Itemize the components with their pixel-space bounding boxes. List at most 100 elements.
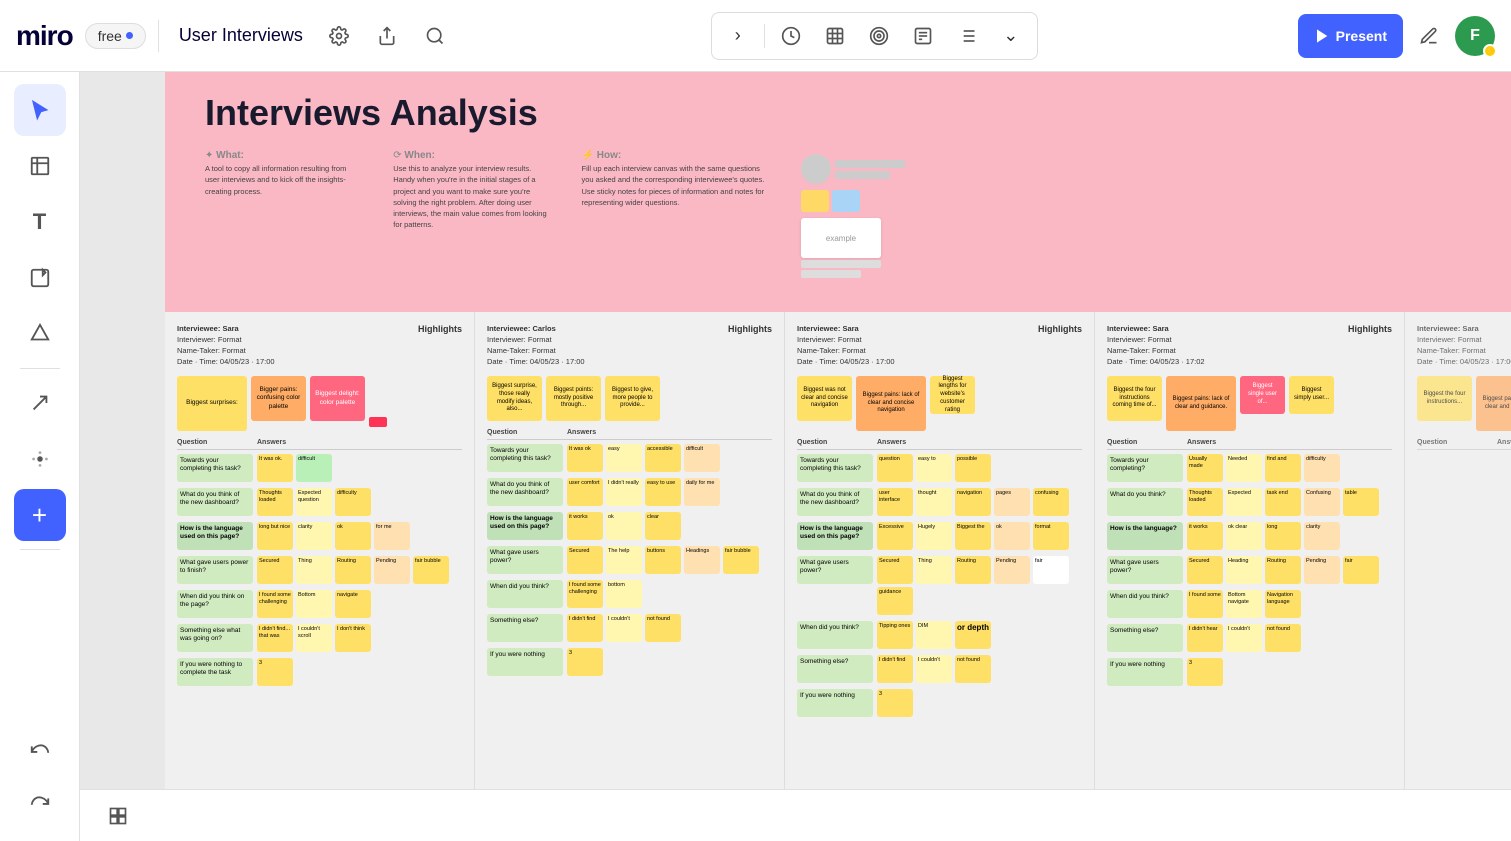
tool-redo[interactable] [14, 777, 66, 829]
ans-3-1-2: easy to [916, 454, 952, 482]
question-2-5: When did you think? [487, 580, 563, 608]
answers-1-5: I found some challenging Bottom navigate [257, 590, 462, 618]
col-answers-3: Answers [877, 439, 1082, 446]
format-label-3: Interviewer: Format [797, 335, 895, 344]
timer-button[interactable] [773, 18, 809, 54]
tool-select[interactable] [14, 84, 66, 136]
ans-2-7-1: 3 [567, 648, 603, 676]
example-card: example [801, 218, 881, 258]
canvas-area[interactable]: Interviews Analysis ✦ What: A tool to co… [80, 72, 1511, 841]
table-row-4-2: What do you think? Thoughts loaded Expec… [1107, 488, 1392, 516]
ans-4-4-1: Secured [1187, 556, 1223, 584]
table-row-3-5: When did you think? Tipping ones DIM or … [797, 621, 1082, 649]
tool-dot[interactable] [14, 433, 66, 485]
avatar-badge: ⚡ [1483, 44, 1497, 58]
ans-3-4-4: Pending [994, 556, 1030, 584]
ans-4-2-2: Expected [1226, 488, 1262, 516]
nav-divider-1 [158, 20, 159, 52]
tool-sticky[interactable] [14, 252, 66, 304]
tool-arrow[interactable] [14, 377, 66, 429]
answers-4-2: Thoughts loaded Expected task end Confus… [1187, 488, 1392, 516]
question-2-2: What do you think of the new dashboard? [487, 478, 563, 506]
ans-1-3-3: ok [335, 522, 371, 550]
ans-2-4-2: The help [606, 546, 642, 574]
sticky-delight-1: Biggest delight: color palette [310, 376, 365, 421]
ans-4-2-3: task end [1265, 488, 1301, 516]
highlights-label-4: Highlights [1348, 324, 1392, 334]
question-1-2: What do you think of the new dashboard? [177, 488, 253, 516]
name-taker-2: Name-Taker: Format [487, 346, 585, 355]
col-question-5: Question [1417, 439, 1497, 446]
settings-button[interactable] [323, 20, 355, 52]
ans-3-2-3: navigation [955, 488, 991, 516]
sticky-highlights-5: Biggest the four instructions... Biggest… [1417, 376, 1511, 431]
tool-add[interactable]: + [14, 489, 66, 541]
table-1: Question Answers Towards your completing… [177, 439, 462, 686]
answers-3-2: user interface thought navigation pages … [877, 488, 1082, 516]
highlights-label-1: Highlights [418, 324, 462, 334]
bar-preview-2 [835, 171, 890, 179]
share-button[interactable] [371, 20, 403, 52]
list-button[interactable] [949, 18, 985, 54]
name-taker-5: Name-Taker: Format [1417, 346, 1511, 355]
ans-4-1-1: Usually made [1187, 454, 1223, 482]
tool-text[interactable]: T [14, 196, 66, 248]
interviewee-label-5: Interviewee: Sara [1417, 324, 1511, 333]
name-taker-4: Name-Taker: Format [1107, 346, 1205, 355]
interview-panel-3: Interviewee: Sara Interviewer: Format Na… [785, 312, 1095, 841]
question-4-5: When did you think? [1107, 590, 1183, 618]
answers-1-2: Thoughts loaded Expected question diffic… [257, 488, 462, 516]
frame-button[interactable] [817, 18, 853, 54]
tool-shapes[interactable] [14, 308, 66, 360]
interviewee-label-3: Interviewee: Sara [797, 324, 895, 333]
table-row-3-6: Something else? I didn't find I couldn't… [797, 655, 1082, 683]
ans-3-7-1: 3 [877, 689, 913, 717]
ans-1-7-1: 3 [257, 658, 293, 686]
table-row-1-7: If you were nothing to complete the task… [177, 658, 462, 686]
table-row-2-5: When did you think? I found some challen… [487, 580, 772, 608]
col-answers-4: Answers [1187, 439, 1392, 446]
panels-view-button[interactable] [100, 798, 136, 834]
tool-undo[interactable] [14, 725, 66, 777]
notes-button[interactable] [905, 18, 941, 54]
section-title: Interviews Analysis [205, 92, 1471, 134]
answers-1-7: 3 [257, 658, 462, 686]
table-4: Question Answers Towards your completing… [1107, 439, 1392, 686]
interview-panel-2: Interviewee: Carlos Interviewer: Format … [475, 312, 785, 841]
interviewer-info-1: Interviewee: Sara Interviewer: Format Na… [177, 324, 275, 368]
table-row-4-4: What gave users power? Secured Heading R… [1107, 556, 1392, 584]
tool-frame[interactable] [14, 140, 66, 192]
ans-1-3-4: for me [374, 522, 410, 550]
more-button[interactable]: ⌄ [993, 18, 1029, 54]
question-3-6: Something else? [797, 655, 873, 683]
ans-1-2-3: difficulty [335, 488, 371, 516]
board-title[interactable]: User Interviews [171, 25, 311, 46]
ans-2-2-1: user comfort [567, 478, 603, 506]
question-2-4: What gave users power? [487, 546, 563, 574]
chevron-right-button[interactable]: › [720, 18, 756, 54]
ans-3-1-1: question [877, 454, 913, 482]
ans-3-4-6: guidance [877, 587, 913, 615]
table-row-4-3: How is the language? it works ok clear l… [1107, 522, 1392, 550]
user-avatar[interactable]: F ⚡ [1455, 16, 1495, 56]
sticky-h2-1: Biggest surprise, those really modify id… [487, 376, 542, 421]
answers-1-1: It was ok. difficult [257, 454, 462, 482]
question-1-3: How is the language used on this page? [177, 522, 253, 550]
target-button[interactable] [861, 18, 897, 54]
ans-3-4-3: Routing [955, 556, 991, 584]
ans-1-6-1: I didn't find... that was [257, 624, 293, 652]
sticky-h4-3: Biggest single user of... [1240, 376, 1285, 414]
ans-3-6-2: I couldn't [916, 655, 952, 683]
collab-pencil-button[interactable] [1411, 18, 1447, 54]
ans-2-4-3: buttons [645, 546, 681, 574]
search-button[interactable] [419, 20, 451, 52]
table-row-3-4: What gave users power? Secured Thing Rou… [797, 556, 1082, 615]
ans-1-3-2: clarity [296, 522, 332, 550]
ans-1-4-4: Pending [374, 556, 410, 584]
ans-1-6-2: I couldn't scroll [296, 624, 332, 652]
ans-3-5-2: DIM [916, 621, 952, 649]
plan-badge[interactable]: free [85, 23, 146, 49]
table-row-3-2: What do you think of the new dashboard? … [797, 488, 1082, 516]
present-button[interactable]: Present [1298, 14, 1403, 58]
ans-1-4-3: Routing [335, 556, 371, 584]
